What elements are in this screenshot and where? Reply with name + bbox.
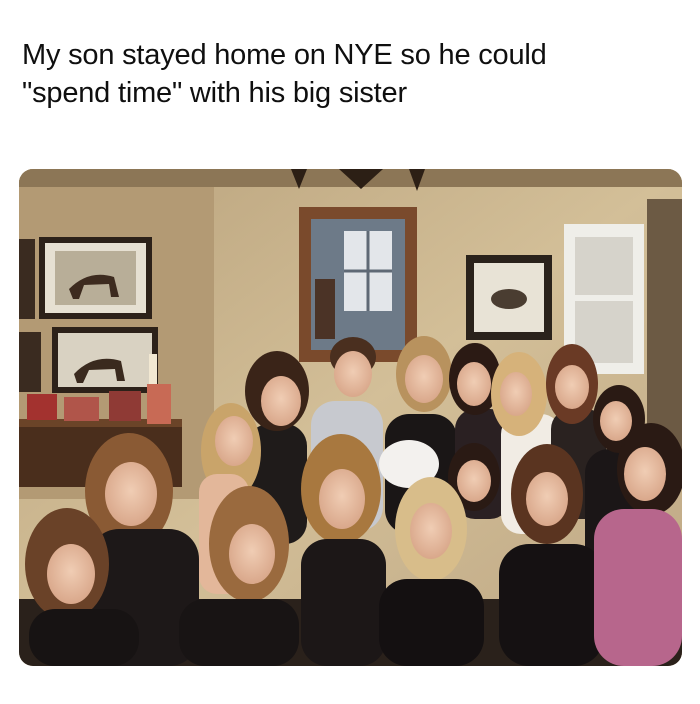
photo-frame-3 [109, 391, 141, 421]
horse-picture-1 [39, 237, 152, 319]
photo-frame-2 [64, 397, 99, 421]
horse-picture-2 [52, 327, 158, 393]
group-photo [19, 169, 682, 666]
picture-edge-left-bottom [19, 332, 41, 392]
photo-frame-1 [27, 394, 57, 420]
caption-line-1: My son stayed home on NYE so he could [22, 39, 547, 71]
group-photo-illustration [19, 169, 682, 666]
picture-edge-left-top [19, 239, 35, 319]
bird-picture [466, 255, 552, 340]
candle [149, 354, 157, 384]
caption-line-2: "spend time" with his big sister [22, 77, 407, 109]
post-caption: My son stayed home on NYE so he could "s… [22, 36, 682, 112]
photo-frame-4 [147, 384, 171, 424]
